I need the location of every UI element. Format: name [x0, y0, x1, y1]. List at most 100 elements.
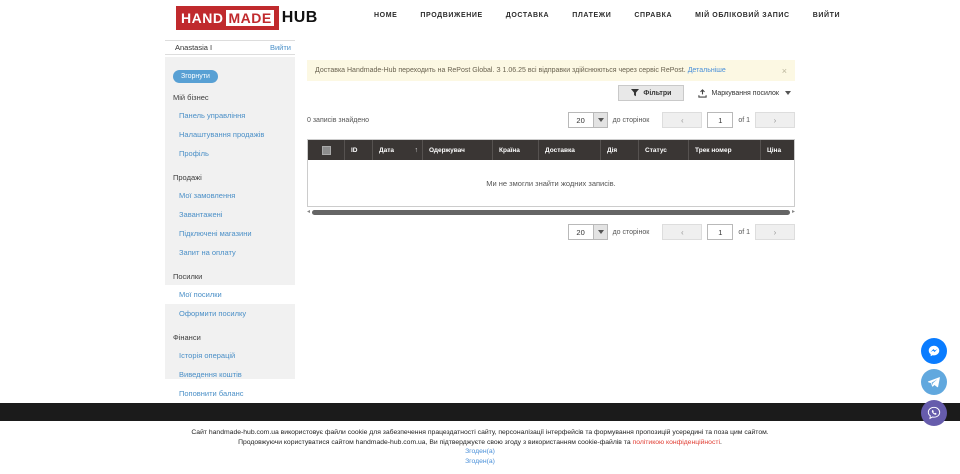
scroll-left-icon[interactable]: ◂ — [307, 209, 310, 216]
per-page-select-bottom[interactable]: 20 — [568, 224, 608, 240]
sidebar-item-uploaded[interactable]: Завантажені — [165, 205, 295, 224]
col-recipient[interactable]: Одержувач — [422, 140, 492, 160]
sidebar-item-sales-settings[interactable]: Налаштування продажів — [165, 125, 295, 144]
sidebar-section-parcels: Посилки — [165, 262, 295, 285]
cookie-line2-text: Продовжуючи користуватися сайтом handmad… — [238, 439, 632, 446]
sidebar: Згорнути Мій бізнес Панель управління На… — [165, 57, 295, 379]
page-input[interactable]: 1 — [707, 112, 733, 128]
banner-details-link[interactable]: Детальніше — [688, 67, 726, 74]
sidebar-section-finance: Фінанси — [165, 323, 295, 346]
parcel-marking-button[interactable]: Маркування посилок — [694, 86, 795, 101]
viber-icon[interactable] — [921, 400, 947, 426]
per-page-value: 20 — [569, 113, 593, 127]
per-page-label-bottom: до сторінок — [613, 229, 650, 236]
page-of-label-bottom: of 1 — [738, 229, 750, 236]
prev-page-button[interactable]: ‹ — [662, 112, 702, 128]
agree-link-2[interactable]: Згоден(а) — [465, 458, 495, 465]
nav-logout[interactable]: ВИЙТИ — [813, 12, 840, 19]
nav-help[interactable]: СПРАВКА — [634, 12, 672, 19]
logo-hub: HUB — [282, 9, 318, 27]
prev-page-button-bottom[interactable]: ‹ — [662, 224, 702, 240]
sidebar-section-sales: Продажі — [165, 163, 295, 186]
results-row-bottom: 20 до сторінок ‹ 1 of 1 › — [307, 224, 795, 240]
scrollbar-thumb[interactable] — [312, 210, 790, 215]
sidebar-item-my-orders[interactable]: Мої замовлення — [165, 186, 295, 205]
cookie-line1: Сайт handmade-hub.com.ua використовує фа… — [0, 428, 960, 438]
banner-text: Доставка Handmade-Hub переходить на RePo… — [315, 67, 686, 74]
chevron-down-icon — [785, 91, 791, 95]
col-price[interactable]: Ціна — [760, 140, 794, 160]
sidebar-item-profile[interactable]: Профіль — [165, 144, 295, 163]
sidebar-item-operations-history[interactable]: Історія операцій — [165, 346, 295, 365]
filters-button[interactable]: Фільтри — [618, 85, 684, 101]
logo-red-box: HANDMADE — [176, 6, 279, 30]
handmade-hub-logo[interactable]: HANDMADE HUB — [176, 6, 318, 30]
collapse-button[interactable]: Згорнути — [173, 70, 218, 83]
nav-my-account[interactable]: МІЙ ОБЛІКОВИЙ ЗАПИС — [695, 12, 790, 19]
col-status[interactable]: Статус — [638, 140, 688, 160]
toolbar: Фільтри Маркування посилок — [618, 85, 795, 101]
nav-promotion[interactable]: ПРОДВИЖЕНИЕ — [420, 12, 482, 19]
repost-notice-banner: Доставка Handmade-Hub переходить на RePo… — [307, 60, 795, 81]
cookie-line2-period: . — [720, 439, 722, 446]
messenger-icon[interactable] — [921, 338, 947, 364]
results-count: 0 записів знайдено — [307, 117, 369, 124]
select-arrow-icon — [593, 113, 607, 127]
sidebar-item-dashboard[interactable]: Панель управління — [165, 106, 295, 125]
sidebar-item-create-parcel[interactable]: Оформити посилку — [165, 304, 295, 323]
page: HANDMADE HUB HOME ПРОДВИЖЕНИЕ ДОСТАВКА П… — [0, 0, 960, 474]
select-all-checkbox[interactable] — [322, 146, 331, 155]
next-page-button[interactable]: › — [755, 112, 795, 128]
main-nav: HOME ПРОДВИЖЕНИЕ ДОСТАВКА ПЛАТЕЖИ СПРАВК… — [374, 12, 840, 19]
table-header: ID Дата ↑ Одержувач Країна Доставка Дія С… — [308, 140, 794, 160]
sidebar-section-my-business: Мій бізнес — [165, 83, 295, 106]
upload-icon — [698, 89, 707, 98]
user-row: Anastasia I Вийти — [165, 40, 295, 55]
page-input-bottom[interactable]: 1 — [707, 224, 733, 240]
next-page-button-bottom[interactable]: › — [755, 224, 795, 240]
pagination-top: 20 до сторінок ‹ 1 of 1 › — [568, 112, 795, 128]
select-all-cell — [308, 140, 344, 160]
telegram-icon[interactable] — [921, 369, 947, 395]
agree-link-1[interactable]: Згоден(а) — [465, 448, 495, 455]
col-country[interactable]: Країна — [492, 140, 538, 160]
col-date[interactable]: Дата ↑ — [372, 140, 422, 160]
filter-funnel-icon — [631, 89, 639, 97]
nav-payments[interactable]: ПЛАТЕЖИ — [572, 12, 611, 19]
top-header: HANDMADE HUB HOME ПРОДВИЖЕНИЕ ДОСТАВКА П… — [0, 0, 960, 38]
col-date-label: Дата — [379, 147, 394, 154]
results-row-top: 0 записів знайдено 20 до сторінок ‹ 1 of… — [307, 112, 795, 128]
close-icon[interactable]: × — [782, 66, 787, 76]
per-page-value-bottom: 20 — [569, 225, 593, 239]
privacy-policy-link[interactable]: політикою конфіденційності — [633, 439, 720, 446]
nav-delivery[interactable]: ДОСТАВКА — [506, 12, 549, 19]
footer-divider-bar — [0, 403, 960, 421]
logo-hand: HAND — [181, 10, 226, 26]
col-action[interactable]: Дія — [600, 140, 638, 160]
nav-home[interactable]: HOME — [374, 12, 397, 19]
per-page-label: до сторінок — [613, 117, 650, 124]
logout-link[interactable]: Вийти — [270, 43, 291, 52]
col-id[interactable]: ID — [344, 140, 372, 160]
scroll-right-icon[interactable]: ▸ — [792, 209, 795, 216]
pagination-bottom: 20 до сторінок ‹ 1 of 1 › — [568, 224, 795, 240]
sidebar-item-payment-request[interactable]: Запит на оплату — [165, 243, 295, 262]
sort-asc-icon: ↑ — [415, 147, 419, 154]
sidebar-item-connected-shops[interactable]: Підключені магазини — [165, 224, 295, 243]
sidebar-item-withdraw[interactable]: Виведення коштів — [165, 365, 295, 384]
floating-social-buttons — [921, 338, 947, 431]
filters-label: Фільтри — [643, 90, 671, 97]
col-track-number[interactable]: Трек номер — [688, 140, 760, 160]
parcels-table: ID Дата ↑ Одержувач Країна Доставка Дія С… — [307, 139, 795, 207]
col-delivery[interactable]: Доставка — [538, 140, 600, 160]
logo-made: MADE — [226, 10, 273, 26]
select-arrow-icon-bottom — [593, 225, 607, 239]
table-body: Ми не змогли знайти жодних записів. — [308, 160, 794, 206]
per-page-select[interactable]: 20 — [568, 112, 608, 128]
sidebar-item-my-parcels[interactable]: Мої посилки — [165, 285, 295, 304]
empty-message: Ми не змогли знайти жодних записів. — [486, 179, 615, 188]
marking-label: Маркування посилок — [711, 90, 779, 97]
page-of-label: of 1 — [738, 117, 750, 124]
user-name: Anastasia I — [175, 43, 212, 52]
sidebar-item-top-up[interactable]: Поповнити баланс — [165, 384, 295, 403]
